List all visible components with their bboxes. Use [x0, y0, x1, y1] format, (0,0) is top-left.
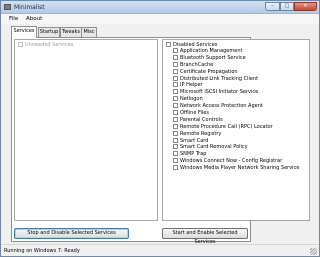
- service-label: Remote Procedure Call (RPC) Locator: [180, 123, 273, 130]
- service-label: Windows Connect Now - Config Registrar: [180, 158, 283, 165]
- close-button[interactable]: ✕: [294, 2, 317, 11]
- unneeded-services-label: Unneeded Services: [25, 42, 74, 48]
- disabled-services-list[interactable]: Disabled Services Application Management…: [162, 39, 310, 221]
- service-label: Remote Registry: [180, 130, 222, 137]
- checkbox[interactable]: [173, 89, 178, 95]
- service-label: Distributed Link Tracking Client: [180, 75, 259, 82]
- tab-services[interactable]: Services: [11, 26, 37, 38]
- list-item[interactable]: Microsoft iSCSI Initiator Service: [173, 89, 299, 96]
- unneeded-services-list[interactable]: Unneeded Services: [14, 39, 158, 221]
- service-label: Parental Controls: [180, 116, 223, 123]
- stop-disable-button[interactable]: Stop and Disable Selected Services: [14, 228, 129, 239]
- window-title: Minimalist: [14, 4, 45, 11]
- list-item[interactable]: Application Management: [173, 48, 299, 55]
- checkbox[interactable]: [173, 110, 178, 116]
- checkbox[interactable]: [173, 96, 178, 102]
- list-item[interactable]: Remote Registry: [173, 130, 299, 138]
- checkbox[interactable]: [173, 48, 178, 53]
- maximize-button[interactable]: □: [280, 2, 294, 11]
- checkbox[interactable]: [173, 137, 178, 143]
- service-label: BranchCache: [180, 61, 214, 68]
- list-item[interactable]: Parental Controls: [173, 116, 299, 124]
- list-item[interactable]: SNMP Trap: [173, 151, 299, 158]
- status-bar: Running on Windows 7: Ready: [1, 244, 319, 256]
- service-label: Smart Card: [180, 137, 209, 144]
- list-item[interactable]: Certificate Propagation: [173, 68, 299, 76]
- tab-misc[interactable]: Misc: [81, 27, 97, 37]
- service-items: Application Management Bluetooth Support …: [173, 48, 299, 172]
- checkbox[interactable]: [173, 68, 178, 74]
- service-label: Network Access Protection Agent: [180, 103, 263, 110]
- checkbox[interactable]: [173, 54, 178, 60]
- checkbox[interactable]: [173, 116, 178, 122]
- checkbox[interactable]: [173, 144, 178, 150]
- checkbox[interactable]: [166, 42, 171, 47]
- resize-grip[interactable]: [310, 248, 317, 255]
- unneeded-services-header[interactable]: Unneeded Services: [18, 42, 73, 48]
- service-label: IP Helper: [180, 82, 203, 89]
- checkbox[interactable]: [173, 82, 178, 88]
- title-bar[interactable]: Minimalist – □ ✕: [1, 1, 319, 14]
- menu-bar: File About: [1, 14, 319, 24]
- list-item[interactable]: Bluetooth Support Service: [173, 54, 299, 62]
- service-label: SNMP Trap: [180, 151, 207, 158]
- service-label: Bluetooth Support Service: [180, 54, 246, 61]
- service-label: Offline Files: [180, 110, 209, 117]
- list-item[interactable]: Windows Connect Now - Config Registrar: [173, 158, 299, 165]
- tab-startup[interactable]: Startup: [38, 27, 60, 37]
- list-item[interactable]: BranchCache: [173, 61, 299, 69]
- list-item[interactable]: Smart Card: [173, 137, 299, 145]
- tab-tweaks[interactable]: Tweaks: [60, 27, 82, 37]
- list-item[interactable]: Smart Card Removal Policy: [173, 144, 299, 151]
- checkbox[interactable]: [173, 123, 178, 129]
- minimize-button[interactable]: –: [265, 2, 280, 11]
- checkbox[interactable]: [18, 42, 23, 47]
- checkbox[interactable]: [173, 103, 178, 109]
- checkbox[interactable]: [173, 130, 178, 136]
- service-label: Smart Card Removal Policy: [180, 144, 248, 151]
- list-item[interactable]: IP Helper: [173, 82, 299, 89]
- menu-about[interactable]: About: [26, 16, 42, 22]
- service-label: Netlogon: [180, 96, 203, 103]
- service-label: Windows Media Player Network Sharing Ser…: [180, 165, 300, 172]
- checkbox[interactable]: [173, 165, 178, 171]
- list-item[interactable]: Windows Media Player Network Sharing Ser…: [173, 165, 299, 172]
- list-item[interactable]: Distributed Link Tracking Client: [173, 75, 299, 83]
- checkbox[interactable]: [173, 61, 178, 67]
- app-icon: [4, 4, 11, 10]
- service-label: Certificate Propagation: [180, 68, 238, 75]
- list-item[interactable]: Offline Files: [173, 110, 299, 117]
- checkbox[interactable]: [173, 75, 178, 81]
- list-item[interactable]: Network Access Protection Agent: [173, 103, 299, 110]
- list-item[interactable]: Remote Procedure Call (RPC) Locator: [173, 123, 299, 131]
- list-item[interactable]: Netlogon: [173, 96, 299, 103]
- menu-file[interactable]: File: [9, 16, 18, 22]
- service-label: Microsoft iSCSI Initiator Service: [180, 89, 259, 96]
- app-window: Minimalist – □ ✕ File About Services Sta…: [0, 0, 320, 257]
- status-text: Running on Windows 7: Ready: [4, 248, 80, 254]
- service-label: Application Management: [180, 48, 243, 54]
- checkbox[interactable]: [173, 151, 178, 157]
- start-enable-button[interactable]: Start and Enable Selected Services: [162, 228, 248, 245]
- checkbox[interactable]: [173, 158, 178, 164]
